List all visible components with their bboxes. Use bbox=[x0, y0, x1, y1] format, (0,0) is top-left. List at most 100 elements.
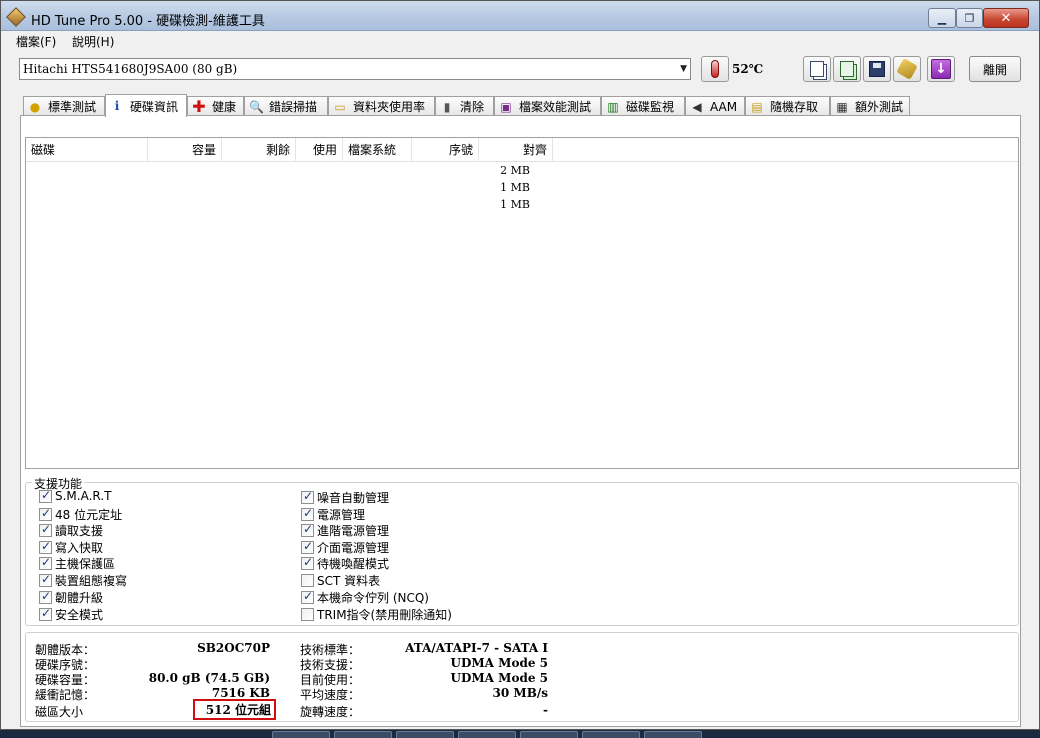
checkbox[interactable] bbox=[301, 506, 314, 521]
tab-file-benchmark[interactable]: ▣ 檔案效能測試 bbox=[494, 96, 601, 116]
checkbox[interactable] bbox=[301, 589, 314, 604]
partition-list[interactable]: 磁碟 容量 剩餘 使用 檔案系統 序號 對齊 2 MB 1 MB 1 MB bbox=[25, 137, 1019, 469]
checkbox[interactable] bbox=[301, 522, 314, 537]
exit-button[interactable]: 離開 bbox=[969, 56, 1021, 82]
copy-text-button[interactable] bbox=[803, 56, 831, 82]
tab-benchmark[interactable]: ● 標準測試 bbox=[23, 96, 105, 116]
feature-device-config-overlay[interactable]: 裝置組態複寫 bbox=[39, 572, 127, 589]
tab-random-access[interactable]: ▤ 隨機存取 bbox=[745, 96, 830, 116]
dropdown-arrow-icon[interactable]: ▼ bbox=[680, 59, 687, 79]
table-row-alignment[interactable]: 2 MB bbox=[479, 164, 530, 177]
exit-button-label: 離開 bbox=[982, 62, 1007, 77]
tab-folder-usage[interactable]: ▭ 資料夾使用率 bbox=[328, 96, 435, 116]
copy-text-icon bbox=[810, 61, 824, 77]
feature-firmware-upgrade[interactable]: 韌體升級 bbox=[39, 589, 103, 606]
minimize-button[interactable]: ▁ bbox=[928, 8, 956, 28]
feature-48bit-lba[interactable]: 48 位元定址 bbox=[39, 506, 122, 523]
col-disk[interactable]: 磁碟 bbox=[26, 138, 148, 162]
checkbox[interactable] bbox=[301, 539, 314, 554]
checkbox[interactable] bbox=[301, 489, 314, 504]
feature-acoustic-management[interactable]: 噪音自動管理 bbox=[301, 489, 389, 506]
taskbar-button[interactable] bbox=[644, 731, 702, 738]
tab-extra-tests[interactable]: ▦ 額外測試 bbox=[830, 96, 910, 116]
col-capacity[interactable]: 容量 bbox=[148, 138, 222, 162]
checkbox[interactable] bbox=[39, 589, 52, 604]
sector-size-value: 512 位元組 bbox=[193, 699, 276, 720]
feature-trim[interactable]: TRIM指令(禁用刪除通知) bbox=[301, 606, 452, 623]
window-title: HD Tune Pro 5.00 - 硬碟檢測-維護工具 bbox=[31, 14, 265, 29]
checkbox[interactable] bbox=[39, 606, 52, 621]
options-button[interactable] bbox=[893, 56, 921, 82]
checkbox[interactable] bbox=[301, 555, 314, 570]
supported-mode-value: UDMA Mode 5 bbox=[450, 656, 548, 670]
feature-write-cache[interactable]: 寫入快取 bbox=[39, 539, 103, 556]
close-button[interactable]: ✕ bbox=[983, 8, 1029, 28]
taskbar-button[interactable] bbox=[334, 731, 392, 738]
copy-screenshot-button[interactable] bbox=[833, 56, 861, 82]
folder-usage-icon: ▭ bbox=[334, 99, 346, 114]
feature-power-up-standby[interactable]: 待機喚醒模式 bbox=[301, 555, 389, 572]
temperature-button[interactable] bbox=[701, 56, 729, 82]
benchmark-icon: ● bbox=[29, 99, 41, 114]
feature-sct-tables[interactable]: SCT 資料表 bbox=[301, 572, 380, 589]
col-used[interactable]: 使用 bbox=[296, 138, 343, 162]
table-row-alignment[interactable]: 1 MB bbox=[479, 181, 530, 194]
feature-read-support[interactable]: 讀取支援 bbox=[39, 522, 103, 539]
taskbar-button[interactable] bbox=[520, 731, 578, 738]
drive-select-value: Hitachi HTS541680J9SA00 (80 gB) bbox=[23, 62, 238, 76]
feature-ncq[interactable]: 本機命令佇列 (NCQ) bbox=[301, 589, 429, 606]
minimize-icon: ▁ bbox=[937, 11, 947, 25]
title-bar[interactable]: HD Tune Pro 5.00 - 硬碟檢測-維護工具 ▁ ❐ ✕ bbox=[1, 1, 1039, 31]
average-speed-label: 平均速度： bbox=[300, 688, 361, 702]
table-row-alignment[interactable]: 1 MB bbox=[479, 198, 530, 211]
save-icon bbox=[869, 61, 885, 77]
menu-bar: 檔案(F) 說明(H) bbox=[1, 31, 1039, 51]
features-group: 支援功能 S.M.A.R.T 48 位元定址 讀取支援 寫入快取 主機保護區 裝… bbox=[25, 475, 1019, 626]
tab-info[interactable]: i 硬碟資訊 bbox=[105, 94, 187, 117]
feature-security-mode[interactable]: 安全模式 bbox=[39, 606, 103, 623]
download-button[interactable]: ↓ bbox=[927, 56, 955, 82]
checkbox[interactable] bbox=[301, 608, 314, 621]
tab-erase[interactable]: ▮ 清除 bbox=[435, 96, 494, 116]
taskbar-button[interactable] bbox=[396, 731, 454, 738]
rotation-speed-value: - bbox=[543, 703, 548, 717]
taskbar-button[interactable] bbox=[272, 731, 330, 738]
tab-health[interactable]: ✚ 健康 bbox=[187, 96, 244, 116]
checkbox[interactable] bbox=[39, 522, 52, 537]
active-mode-value: UDMA Mode 5 bbox=[450, 671, 548, 685]
drive-details-group: 韌體版本： SB2OC70P 硬碟序號： 硬碟容量： 80.0 gB (74.5… bbox=[25, 632, 1019, 722]
checkbox[interactable] bbox=[39, 572, 52, 587]
tab-disk-monitor[interactable]: ▥ 磁碟監視 bbox=[601, 96, 685, 116]
erase-icon: ▮ bbox=[443, 99, 451, 114]
maximize-button[interactable]: ❐ bbox=[956, 8, 983, 28]
feature-host-protected-area[interactable]: 主機保護區 bbox=[39, 555, 115, 572]
col-filesystem[interactable]: 檔案系統 bbox=[343, 138, 412, 162]
taskbar-button[interactable] bbox=[582, 731, 640, 738]
buffer-value: 7516 KB bbox=[211, 686, 270, 700]
firmware-value: SB2OC70P bbox=[197, 641, 270, 655]
menu-help[interactable]: 說明(H) bbox=[72, 33, 114, 50]
tab-error-scan[interactable]: 🔍 錯誤掃描 bbox=[244, 96, 328, 116]
checkbox[interactable] bbox=[301, 574, 314, 587]
feature-advanced-power-management[interactable]: 進階電源管理 bbox=[301, 522, 389, 539]
checkbox[interactable] bbox=[39, 539, 52, 554]
tab-aam[interactable]: ◀ AAM bbox=[685, 96, 745, 116]
checkbox[interactable] bbox=[39, 488, 52, 503]
thermometer-icon bbox=[711, 60, 719, 78]
col-alignment[interactable]: 對齊 bbox=[479, 138, 553, 162]
checkbox[interactable] bbox=[39, 555, 52, 570]
random-access-icon: ▤ bbox=[751, 99, 763, 114]
checkbox[interactable] bbox=[39, 506, 52, 521]
taskbar-button[interactable] bbox=[458, 731, 516, 738]
drive-select[interactable]: Hitachi HTS541680J9SA00 (80 gB) ▼ bbox=[19, 58, 691, 80]
feature-interface-power-management[interactable]: 介面電源管理 bbox=[301, 539, 389, 556]
save-button[interactable] bbox=[863, 56, 891, 82]
options-icon bbox=[896, 58, 918, 80]
rotation-speed-label: 旋轉速度： bbox=[300, 705, 361, 719]
feature-smart[interactable]: S.M.A.R.T bbox=[39, 488, 111, 503]
hdtune-window: HD Tune Pro 5.00 - 硬碟檢測-維護工具 ▁ ❐ ✕ 檔案(F)… bbox=[0, 0, 1040, 730]
col-serial[interactable]: 序號 bbox=[412, 138, 479, 162]
feature-power-management[interactable]: 電源管理 bbox=[301, 506, 365, 523]
menu-file[interactable]: 檔案(F) bbox=[16, 33, 56, 50]
col-free[interactable]: 剩餘 bbox=[222, 138, 296, 162]
